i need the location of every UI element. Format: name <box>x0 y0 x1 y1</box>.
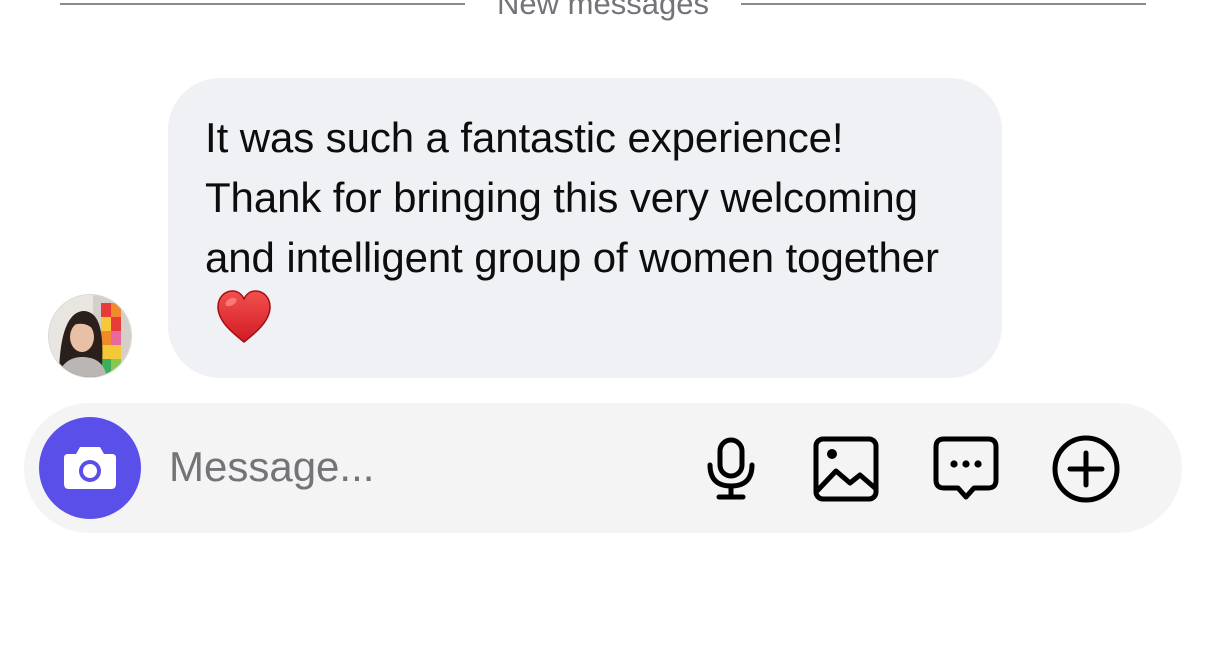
divider-line-left <box>60 3 466 5</box>
microphone-icon <box>707 437 755 500</box>
new-messages-label: New messages <box>497 0 709 21</box>
camera-button[interactable] <box>39 417 141 519</box>
image-icon <box>813 436 879 502</box>
divider-line-right <box>740 3 1147 5</box>
message-bubble[interactable]: It was such a fantastic experience! Than… <box>168 78 1002 378</box>
camera-icon <box>64 447 116 489</box>
sticker-button[interactable] <box>930 433 1002 505</box>
message-composer <box>24 403 1182 533</box>
red-heart-icon <box>215 289 273 345</box>
add-button[interactable] <box>1050 433 1122 505</box>
plus-circle-icon <box>1052 435 1120 503</box>
sender-avatar[interactable] <box>48 294 132 378</box>
new-messages-divider: New messages <box>60 0 1147 24</box>
message-text: It was such a fantastic experience! Than… <box>205 114 939 281</box>
message-text-block: It was such a fantastic experience! Than… <box>205 108 966 348</box>
gallery-button[interactable] <box>810 433 882 505</box>
sticker-chat-icon <box>933 436 999 500</box>
microphone-button[interactable] <box>695 433 767 505</box>
message-input[interactable] <box>169 437 649 497</box>
